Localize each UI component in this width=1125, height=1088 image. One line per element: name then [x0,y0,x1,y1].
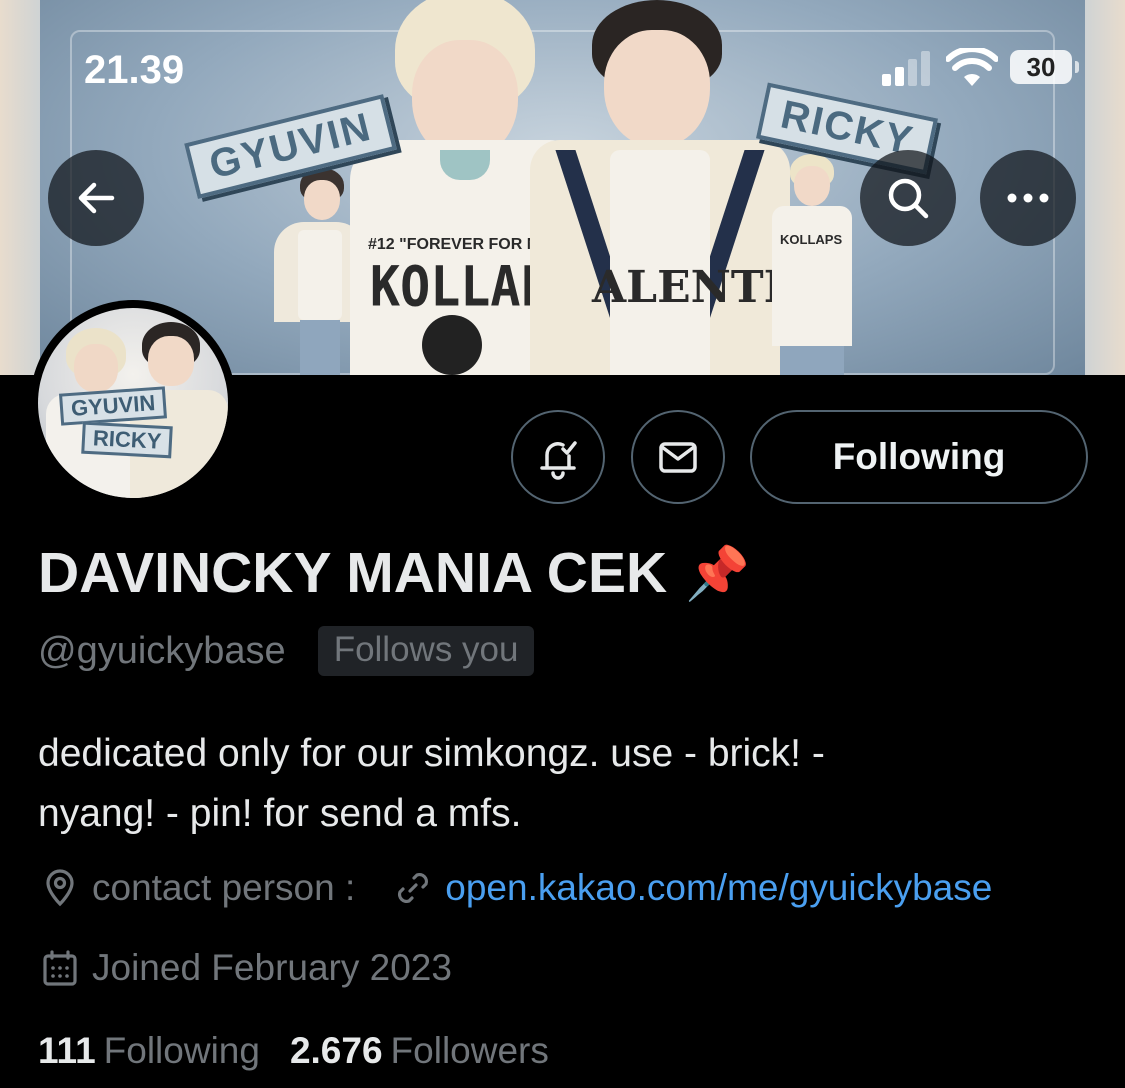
battery-level: 30 [1026,51,1056,82]
back-button[interactable] [48,150,144,246]
display-name: DAVINCKY MANIA CEK 📌 [38,540,750,606]
banner-shirt-text: KOLLAPS [780,232,843,247]
handle-row: @gyuickybase Follows you [38,626,535,676]
profile-bio: dedicated only for our simkongz. use - b… [38,724,1078,844]
user-handle: @gyuickybase [38,629,286,672]
following-stat[interactable]: 111 Following [38,1030,260,1072]
profile-avatar[interactable]: GYUVIN RICKY [30,300,236,506]
battery-icon: 30 [1010,50,1079,84]
status-time: 21.39 [84,48,185,92]
profile-link[interactable]: open.kakao.com/me/gyuickybase [445,867,992,909]
arrow-left-icon [78,182,115,214]
banner-figure-right: ALENTI [530,0,790,375]
bio-line: dedicated only for our simkongz. use - b… [38,732,825,775]
notifications-button[interactable] [511,410,605,504]
more-horizontal-icon [1007,193,1049,203]
avatar-image: GYUVIN RICKY [38,308,228,498]
more-options-button[interactable] [980,150,1076,246]
banner-shirt-text: #12 "FOREVER FOR NO [368,236,551,253]
envelope-icon [659,442,697,473]
followers-stat-label: Followers [390,1030,549,1071]
followers-count: 2.676 [289,1030,383,1071]
follows-you-badge: Follows you [317,626,535,676]
wifi-icon [946,48,998,86]
contact-label: contact person : [92,867,356,908]
joined-date: Joined February 2023 [92,947,452,988]
following-button[interactable]: Following [750,410,1088,504]
banner-shirt-text: ALENTI [592,262,785,313]
avatar-sticker-ricky: RICKY [81,421,174,459]
bio-line: nyang! - pin! for send a mfs. [38,792,522,835]
follow-stats: 111 Following 2.676 Followers [38,1030,549,1072]
search-button[interactable] [860,150,956,246]
message-button[interactable] [631,410,725,504]
banner-edge [1085,0,1125,375]
followers-stat[interactable]: 2.676 Followers [290,1030,549,1072]
profile-meta-joined: Joined February 2023 [38,946,452,990]
banner-figure-small-right: KOLLAPS [762,150,862,375]
following-stat-label: Following [103,1030,260,1071]
following-count: 111 [38,1030,96,1071]
link-icon [391,866,435,910]
banner-edge [0,0,40,375]
pushpin-icon: 📌 [685,544,750,603]
banner-shirt-text: KOLLAP [370,255,551,319]
search-icon [888,178,929,219]
calendar-icon [38,946,82,990]
bell-check-icon [540,441,577,480]
cellular-signal-icon [882,50,934,86]
profile-meta-location: contact person : open.kakao.com/me/gyuic… [38,866,992,910]
location-pin-icon [38,866,82,910]
display-name-text: DAVINCKY MANIA CEK [38,541,668,605]
